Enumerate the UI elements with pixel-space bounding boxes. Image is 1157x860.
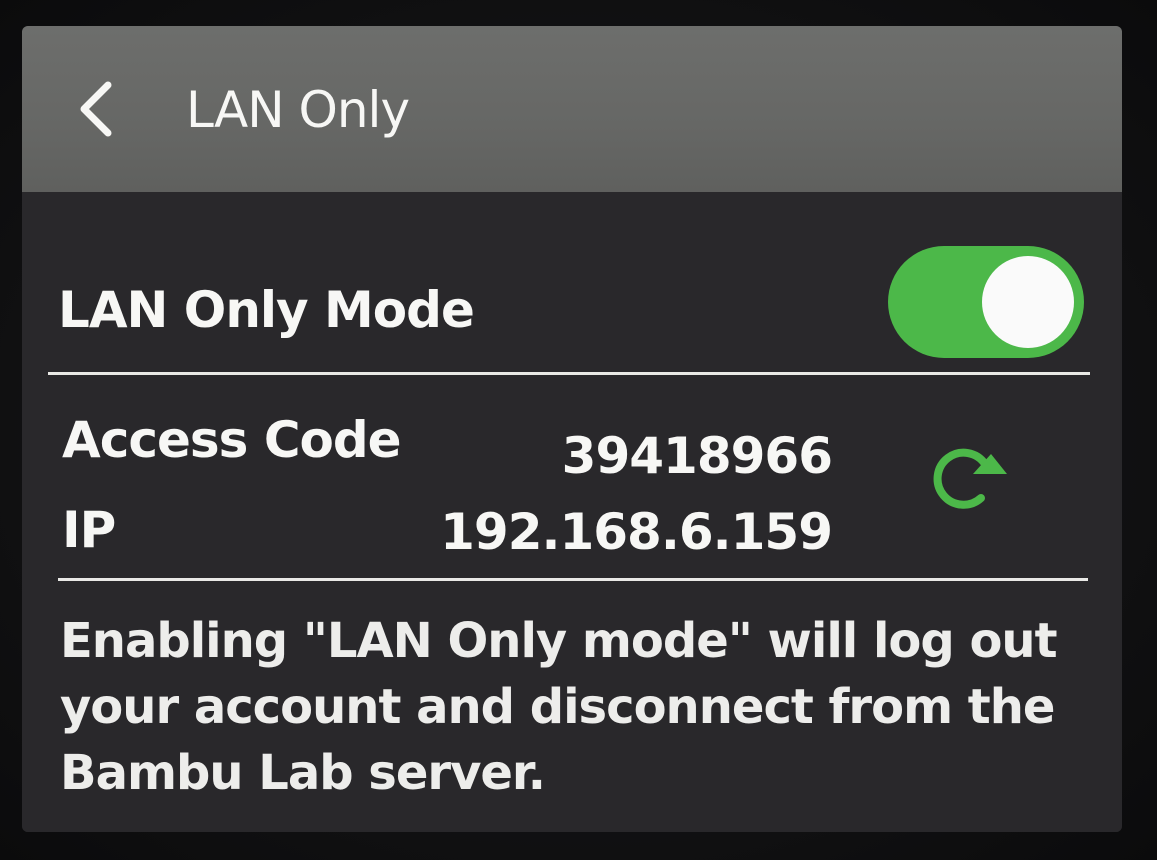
device-bezel: LAN Only LAN Only Mode Access Code 39418… (0, 0, 1157, 860)
refresh-access-code-button[interactable] (920, 440, 1016, 520)
lan-only-mode-toggle[interactable] (888, 246, 1084, 358)
lan-mode-notice: Enabling "LAN Only mode" will log out yo… (60, 613, 1058, 801)
access-code-label: Access Code (62, 411, 402, 469)
device-screen: LAN Only LAN Only Mode Access Code 39418… (22, 26, 1122, 832)
toggle-knob (982, 256, 1074, 348)
divider (48, 372, 1090, 375)
page-title: LAN Only (186, 81, 410, 139)
ip-value: 192.168.6.159 (440, 503, 833, 561)
lan-only-mode-label: LAN Only Mode (58, 281, 475, 339)
access-code-value: 39418966 (561, 427, 833, 485)
refresh-icon (933, 448, 1007, 509)
divider (58, 578, 1088, 581)
header-bar: LAN Only (22, 26, 1122, 192)
chevron-left-icon (80, 81, 112, 137)
back-button[interactable] (72, 76, 120, 142)
ip-label: IP (62, 501, 116, 559)
settings-panel: LAN Only Mode Access Code 39418966 IP 19… (22, 192, 1122, 832)
